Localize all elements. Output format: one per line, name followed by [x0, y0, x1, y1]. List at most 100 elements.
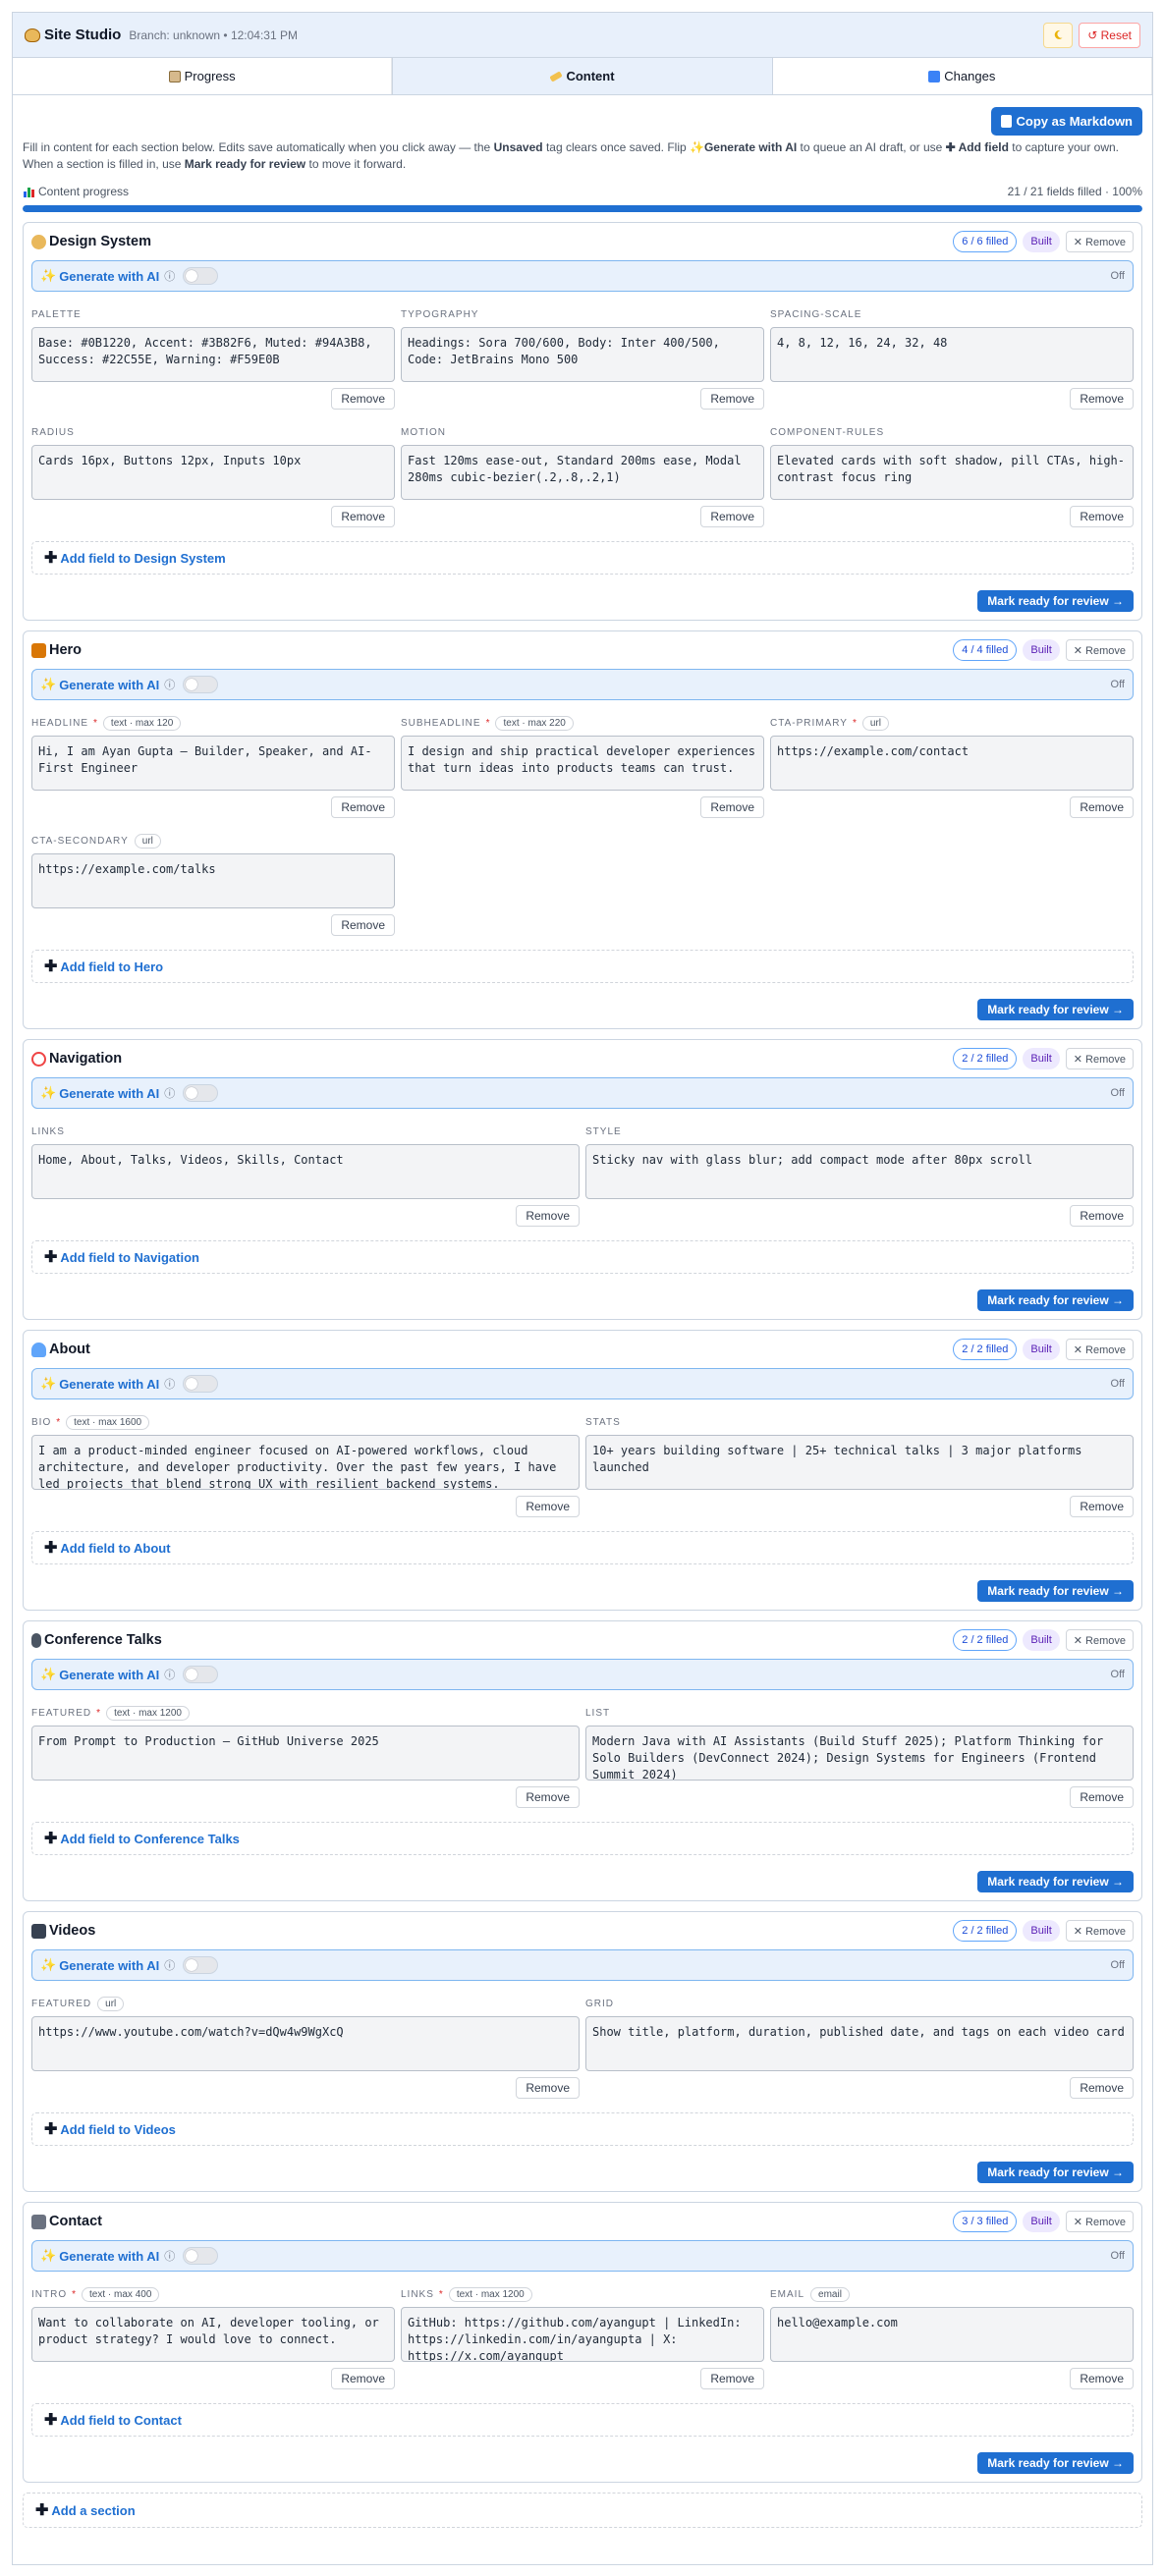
ai-toggle[interactable] — [183, 676, 219, 693]
remove-field-button[interactable]: Remove — [700, 2368, 764, 2389]
remove-field-button[interactable]: Remove — [1070, 1205, 1134, 1227]
remove-field-button[interactable]: Remove — [516, 1205, 580, 1227]
add-field-button[interactable]: ✚ Add field to Navigation — [31, 1240, 1134, 1274]
ai-toggle[interactable] — [183, 267, 219, 285]
add-field-button[interactable]: ✚ Add field to About — [31, 1531, 1134, 1564]
field-textarea[interactable]: Want to collaborate on AI, developer too… — [31, 2307, 395, 2362]
ai-toggle[interactable] — [183, 2247, 219, 2265]
remove-field-button[interactable]: Remove — [1070, 1496, 1134, 1517]
copy-as-markdown-button[interactable]: Copy as Markdown — [990, 107, 1142, 136]
mark-ready-button[interactable]: Mark ready for review → — [977, 2162, 1134, 2183]
add-field-button[interactable]: ✚ Add field to Contact — [31, 2403, 1134, 2437]
ai-toggle[interactable] — [183, 1956, 219, 1974]
remove-field-button[interactable]: Remove — [331, 388, 395, 410]
mark-ready-button[interactable]: Mark ready for review → — [977, 999, 1134, 1020]
required-marker: * — [72, 2288, 77, 2300]
field-links: LINKS * text · max 1200 GitHub: https://gi… — [401, 2285, 764, 2403]
mark-ready-button[interactable]: Mark ready for review → — [977, 1289, 1134, 1311]
ai-toggle[interactable] — [183, 1084, 219, 1102]
mark-ready-button[interactable]: Mark ready for review → — [977, 1871, 1134, 1892]
field-textarea[interactable]: 10+ years building software | 25+ techni… — [585, 1435, 1134, 1490]
field-textarea[interactable]: GitHub: https://github.com/ayangupt | Li… — [401, 2307, 764, 2362]
app-title: Site Studio — [44, 27, 122, 43]
reset-button[interactable]: ↺ Reset — [1079, 22, 1140, 48]
remove-section-button[interactable]: ✕ Remove — [1065, 231, 1134, 252]
remove-field-button[interactable]: Remove — [516, 1786, 580, 1808]
tab-content[interactable]: Content — [392, 58, 773, 94]
remove-field-button[interactable]: Remove — [1070, 2077, 1134, 2099]
field-textarea[interactable]: From Prompt to Production — GitHub Unive… — [31, 1726, 580, 1781]
field-textarea[interactable]: hello@example.com — [770, 2307, 1134, 2362]
info-icon[interactable]: ⓘ — [164, 1376, 175, 1392]
field-textarea[interactable]: Hi, I am Ayan Gupta — Builder, Speaker, … — [31, 736, 395, 791]
built-badge: Built — [1023, 1339, 1060, 1360]
remove-field-button[interactable]: Remove — [1070, 2368, 1134, 2389]
remove-field-button[interactable]: Remove — [700, 796, 764, 818]
generate-with-ai-bar: ✨ Generate with AI ⓘ Off — [31, 260, 1134, 292]
field-typography: TYPOGRAPHY Headings: Sora 700/600, Body:… — [401, 305, 764, 423]
info-icon[interactable]: ⓘ — [164, 268, 175, 284]
tab-changes[interactable]: Changes — [773, 58, 1152, 94]
info-icon[interactable]: ⓘ — [164, 1957, 175, 1973]
sparkle-icon: ✨ — [40, 1085, 57, 1100]
remove-section-button[interactable]: ✕ Remove — [1065, 1629, 1134, 1651]
remove-field-button[interactable]: Remove — [1070, 796, 1134, 818]
progress-bar — [23, 205, 1142, 212]
remove-field-button[interactable]: Remove — [700, 506, 764, 527]
remove-field-button[interactable]: Remove — [1070, 506, 1134, 527]
remove-field-button[interactable]: Remove — [331, 796, 395, 818]
remove-field-button[interactable]: Remove — [1070, 1786, 1134, 1808]
mark-ready-button[interactable]: Mark ready for review → — [977, 1580, 1134, 1602]
generate-with-ai-bar: ✨ Generate with AI ⓘ Off — [31, 2240, 1134, 2272]
field-textarea[interactable]: Base: #0B1220, Accent: #3B82F6, Muted: #… — [31, 327, 395, 382]
remove-section-button[interactable]: ✕ Remove — [1065, 1920, 1134, 1942]
remove-section-button[interactable]: ✕ Remove — [1065, 1048, 1134, 1069]
remove-field-button[interactable]: Remove — [331, 914, 395, 936]
remove-section-button[interactable]: ✕ Remove — [1065, 1339, 1134, 1360]
field-textarea[interactable]: https://example.com/talks — [31, 853, 395, 908]
remove-field-button[interactable]: Remove — [700, 388, 764, 410]
ai-toggle[interactable] — [183, 1375, 219, 1393]
ai-toggle[interactable] — [183, 1666, 219, 1683]
mark-ready-button[interactable]: Mark ready for review → — [977, 590, 1134, 612]
remove-field-button[interactable]: Remove — [331, 2368, 395, 2389]
remove-field-button[interactable]: Remove — [1070, 388, 1134, 410]
info-icon[interactable]: ⓘ — [164, 677, 175, 692]
add-field-button[interactable]: ✚ Add field to Videos — [31, 2112, 1134, 2146]
field-textarea[interactable]: I design and ship practical developer ex… — [401, 736, 764, 791]
built-badge: Built — [1023, 1920, 1060, 1942]
field-textarea[interactable]: Sticky nav with glass blur; add compact … — [585, 1144, 1134, 1199]
field-textarea[interactable]: Fast 120ms ease-out, Standard 200ms ease… — [401, 445, 764, 500]
add-field-label: Add field to Videos — [60, 2121, 176, 2137]
info-icon[interactable]: ⓘ — [164, 1667, 175, 1682]
field-subheadline: SUBHEADLINE * text · max 220 I design and … — [401, 714, 764, 832]
add-field-button[interactable]: ✚ Add field to Conference Talks — [31, 1822, 1134, 1855]
field-textarea[interactable]: 4, 8, 12, 16, 24, 32, 48 — [770, 327, 1134, 382]
field-textarea[interactable]: Cards 16px, Buttons 12px, Inputs 10px — [31, 445, 395, 500]
remove-field-button[interactable]: Remove — [516, 2077, 580, 2099]
remove-section-button[interactable]: ✕ Remove — [1065, 639, 1134, 661]
info-icon[interactable]: ⓘ — [164, 2248, 175, 2264]
mark-ready-button[interactable]: Mark ready for review → — [977, 2452, 1134, 2474]
field-textarea[interactable]: Elevated cards with soft shadow, pill CT… — [770, 445, 1134, 500]
add-field-button[interactable]: ✚ Add field to Design System — [31, 541, 1134, 575]
remove-field-button[interactable]: Remove — [516, 1496, 580, 1517]
required-marker: * — [56, 1416, 61, 1428]
info-icon[interactable]: ⓘ — [164, 1085, 175, 1101]
field-textarea[interactable]: Headings: Sora 700/600, Body: Inter 400/… — [401, 327, 764, 382]
field-textarea[interactable]: Home, About, Talks, Videos, Skills, Cont… — [31, 1144, 580, 1199]
intro-text: Fill in content for each section below. … — [23, 140, 1119, 171]
add-field-button[interactable]: ✚ Add field to Hero — [31, 950, 1134, 983]
field-textarea[interactable]: https://example.com/contact — [770, 736, 1134, 791]
field-textarea[interactable]: https://www.youtube.com/watch?v=dQw4w9Wg… — [31, 2016, 580, 2071]
remove-field-button[interactable]: Remove — [331, 506, 395, 527]
field-textarea[interactable]: I am a product-minded engineer focused o… — [31, 1435, 580, 1490]
add-field-label: Add field to Conference Talks — [60, 1831, 240, 1846]
theme-toggle-button[interactable] — [1043, 22, 1074, 48]
field-textarea[interactable]: Modern Java with AI Assistants (Build St… — [585, 1726, 1134, 1781]
remove-section-button[interactable]: ✕ Remove — [1065, 2211, 1134, 2232]
add-section-button[interactable]: ✚ Add a section — [23, 2493, 1142, 2528]
tab-progress[interactable]: Progress — [13, 58, 393, 94]
field-textarea[interactable]: Show title, platform, duration, publishe… — [585, 2016, 1134, 2071]
field-label: LIST — [585, 1707, 611, 1719]
